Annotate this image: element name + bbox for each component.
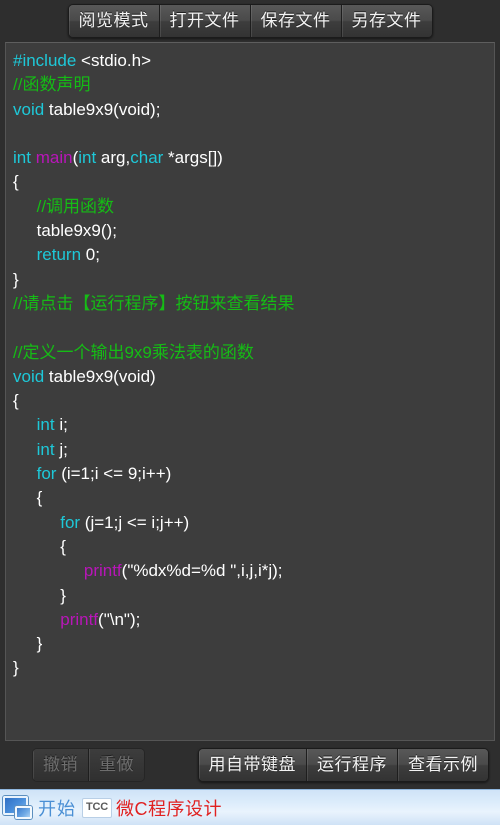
code-token: //定义一个输出9x9乘法表的函数 — [13, 342, 254, 362]
code-line: int i; — [13, 413, 494, 437]
undo-button: 撤销 — [33, 749, 89, 781]
code-line: //调用函数 — [13, 195, 494, 219]
code-token: arg, — [96, 148, 131, 168]
code-token: printf — [60, 609, 99, 629]
code-token: void — [13, 99, 45, 119]
code-token: table9x9(void) — [44, 366, 156, 386]
code-token: main — [35, 148, 73, 168]
code-line: for (i=1;i <= 9;i++) — [13, 462, 494, 486]
code-line: { — [13, 389, 494, 413]
code-editor[interactable]: #include <stdio.h>//函数声明 void table9x9(vo… — [5, 42, 495, 741]
view-example-button[interactable]: 查看示例 — [398, 749, 488, 781]
code-token: ("\n"); — [98, 609, 141, 629]
top-button-group: 阅览模式 打开文件 保存文件 另存文件 — [67, 4, 433, 38]
code-token: j; — [54, 439, 68, 459]
undo-redo-button-group: 撤销 重做 — [32, 748, 145, 782]
code-token: } — [13, 634, 43, 654]
app-window: 阅览模式 打开文件 保存文件 另存文件 #include <stdio.h>//函数声… — [0, 0, 500, 825]
code-line: printf("\n"); — [13, 608, 494, 632]
code-line: //函数声明 — [13, 73, 494, 97]
code-token: { — [13, 391, 19, 411]
code-token: int — [36, 415, 55, 435]
code-line: table9x9(); — [13, 219, 494, 243]
code-line: } — [13, 584, 494, 608]
code-line: int j; — [13, 438, 494, 462]
top-toolbar: 阅览模式 打开文件 保存文件 另存文件 — [0, 0, 500, 42]
code-line: int main(int arg,char *args[]) — [13, 146, 494, 170]
open-file-button[interactable]: 打开文件 — [159, 5, 251, 37]
bottom-toolbar: 撤销 重做 用自带键盘 运行程序 查看示例 — [0, 741, 500, 789]
code-token: { — [13, 172, 19, 192]
computer-monitor-icon — [2, 795, 36, 821]
tcc-icon: TCC — [82, 797, 113, 818]
code-token: //函数声明 — [13, 75, 91, 95]
code-token: } — [13, 658, 19, 678]
code-token: void — [13, 366, 45, 386]
code-line: } — [13, 632, 494, 656]
code-line: } — [13, 656, 494, 680]
code-line: //请点击【运行程序】按钮来查看结果 — [13, 292, 494, 316]
code-token: (i=1;i <= 9;i++) — [56, 464, 172, 484]
start-button[interactable]: 开始 — [38, 795, 82, 821]
code-token: table9x9(void); — [44, 99, 161, 119]
code-token: table9x9(); — [13, 221, 117, 241]
monitor-screen-small — [15, 805, 32, 819]
code-token: i; — [54, 415, 68, 435]
code-content[interactable]: #include <stdio.h>//函数声明 void table9x9(vo… — [6, 43, 494, 681]
code-token: return — [36, 245, 82, 265]
code-token: 0; — [81, 245, 100, 265]
code-token: int — [78, 148, 97, 168]
run-program-button[interactable]: 运行程序 — [307, 749, 398, 781]
code-line: printf("%dx%d=%d ",i,j,i*j); — [13, 559, 494, 583]
code-token: { — [13, 536, 66, 556]
code-token: } — [13, 585, 66, 605]
code-line: for (j=1;j <= i;j++) — [13, 511, 494, 535]
code-line: void table9x9(void) — [13, 365, 494, 389]
code-line: } — [13, 268, 494, 292]
code-token: (j=1;j <= i;j++) — [80, 512, 190, 532]
code-line: #include <stdio.h> — [13, 49, 494, 73]
read-mode-button[interactable]: 阅览模式 — [68, 5, 160, 37]
code-token: { — [13, 488, 43, 508]
code-line: void table9x9(void); — [13, 98, 494, 122]
code-token: char — [130, 148, 164, 168]
taskbar: 开始 TCC 微C程序设计 — [0, 789, 500, 825]
builtin-keyboard-button[interactable]: 用自带键盘 — [198, 749, 307, 781]
code-token: //调用函数 — [13, 196, 115, 216]
code-token: } — [13, 269, 19, 289]
save-file-button[interactable]: 保存文件 — [250, 5, 342, 37]
code-line: //定义一个输出9x9乘法表的函数 — [13, 341, 494, 365]
code-token: //请点击【运行程序】按钮来查看结果 — [13, 293, 295, 313]
code-token: printf — [83, 561, 122, 581]
code-line: return 0; — [13, 243, 494, 267]
code-token: #include — [13, 51, 77, 70]
code-token: for — [36, 464, 57, 484]
taskbar-item-app[interactable]: TCC 微C程序设计 — [82, 795, 222, 821]
save-as-file-button[interactable]: 另存文件 — [341, 5, 432, 37]
code-line: { — [13, 170, 494, 194]
action-button-group: 用自带键盘 运行程序 查看示例 — [197, 748, 489, 782]
code-token: int — [36, 439, 55, 459]
code-line: { — [13, 486, 494, 510]
taskbar-app-label: 微C程序设计 — [116, 798, 223, 819]
code-token: <stdio.h> — [76, 51, 151, 70]
code-token: int — [13, 148, 31, 168]
code-token: *args[]) — [163, 148, 223, 168]
code-line: { — [13, 535, 494, 559]
redo-button: 重做 — [89, 749, 144, 781]
code-token: ("%dx%d=%d ",i,j,i*j); — [121, 561, 283, 581]
code-token: for — [60, 512, 81, 532]
